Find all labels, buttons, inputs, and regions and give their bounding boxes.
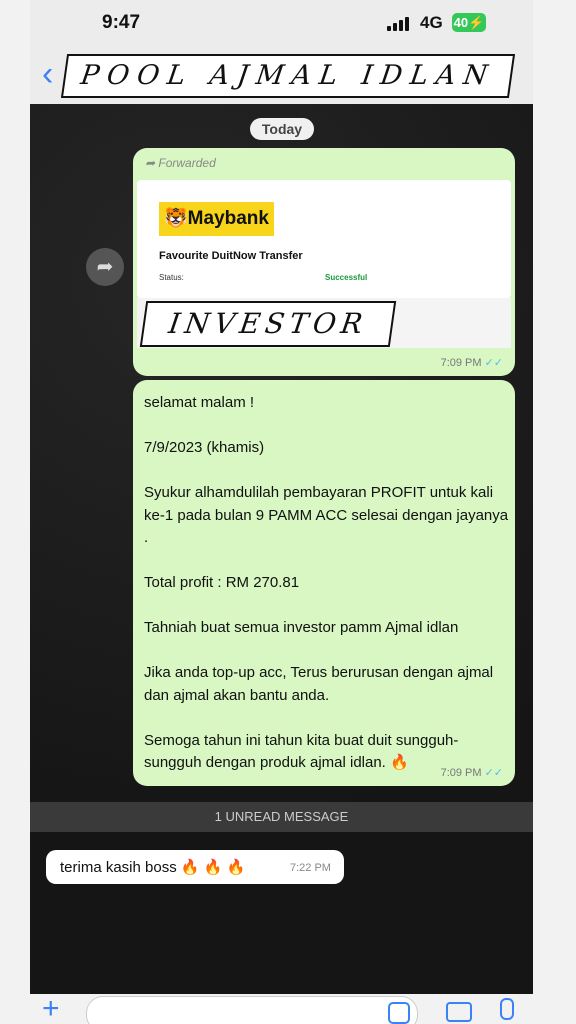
chat-header: ‹ POOL AJMAL IDLAN	[30, 48, 533, 104]
read-ticks-icon: ✓✓	[484, 357, 503, 369]
receipt-status-label: Status:	[159, 273, 184, 282]
network-type: 4G	[420, 13, 443, 32]
investor-label: INVESTOR	[139, 301, 397, 347]
battery-icon: 40⚡	[452, 13, 486, 32]
right-margin	[533, 0, 576, 1024]
status-bar: 9:47 4G 40⚡	[30, 0, 533, 48]
clock: 9:47	[102, 12, 141, 33]
forward-icon[interactable]: ➦	[86, 248, 124, 286]
receipt-status-value: Successful	[325, 273, 368, 282]
maybank-logo: 🐯Maybank	[159, 202, 274, 236]
message-input[interactable]	[86, 996, 418, 1024]
unread-banner: 1 UNREAD MESSAGE	[30, 802, 533, 832]
camera-icon[interactable]	[446, 1002, 472, 1022]
receipt-title: Favourite DuitNow Transfer	[159, 250, 303, 262]
battery-level: 40	[453, 15, 469, 30]
forwarded-image-message[interactable]: ➦ Forwarded 🐯Maybank Favourite DuitNow T…	[133, 148, 515, 376]
whatsapp-screen: 9:47 4G 40⚡ ‹ POOL AJMAL IDLAN Today ➦ ➦…	[30, 0, 533, 1024]
message-text: terima kasih boss 🔥 🔥 🔥	[60, 859, 246, 876]
read-ticks-icon: ✓✓	[484, 767, 503, 779]
message-timestamp: 7:22 PM	[290, 862, 331, 874]
plus-icon[interactable]: +	[42, 994, 60, 1024]
message-timestamp: 7:09 PM ✓✓	[440, 767, 503, 779]
receipt-image[interactable]: 🐯Maybank Favourite DuitNow Transfer Stat…	[137, 180, 511, 298]
chevron-left-icon[interactable]: ‹	[42, 57, 53, 91]
text-message[interactable]: selamat malam ! 7/9/2023 (khamis) Syukur…	[133, 380, 515, 786]
forwarded-label: ➦ Forwarded	[145, 156, 216, 170]
incoming-message[interactable]: terima kasih boss 🔥 🔥 🔥 7:22 PM	[46, 850, 344, 884]
date-chip: Today	[250, 118, 314, 140]
sticker-icon[interactable]	[388, 1002, 410, 1024]
chat-title[interactable]: POOL AJMAL IDLAN	[60, 54, 516, 98]
input-bar: +	[30, 994, 533, 1024]
message-text: selamat malam ! 7/9/2023 (khamis) Syukur…	[144, 394, 509, 771]
left-margin	[0, 0, 30, 1024]
microphone-icon[interactable]	[500, 998, 514, 1020]
signal-icon	[387, 17, 413, 31]
message-timestamp: 7:09 PM ✓✓	[440, 357, 503, 369]
